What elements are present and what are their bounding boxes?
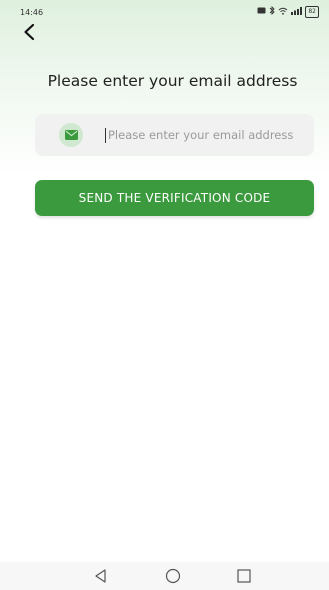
mail-icon bbox=[59, 123, 83, 147]
page-title: Please enter your email address bbox=[47, 72, 298, 90]
signal-icon bbox=[291, 6, 303, 18]
text-cursor bbox=[105, 127, 106, 143]
status-bar: 14:46 82 bbox=[0, 0, 329, 22]
screen: 14:46 82 Please enter your email address bbox=[0, 0, 329, 590]
notification-icon bbox=[257, 7, 266, 17]
nav-home-button[interactable] bbox=[164, 567, 182, 585]
status-time: 14:46 bbox=[20, 8, 44, 17]
chevron-left-icon bbox=[24, 23, 35, 41]
email-input[interactable] bbox=[108, 128, 314, 142]
battery-indicator: 82 bbox=[305, 6, 319, 18]
email-field[interactable] bbox=[35, 114, 314, 156]
status-icons: 82 bbox=[257, 5, 319, 18]
nav-recents-button[interactable] bbox=[235, 567, 253, 585]
send-verification-code-button[interactable]: SEND THE VERIFICATION CODE bbox=[35, 180, 314, 216]
square-recents-icon bbox=[237, 569, 251, 583]
bluetooth-icon bbox=[269, 5, 275, 18]
navigation-bar bbox=[0, 562, 329, 590]
circle-home-icon bbox=[165, 568, 181, 584]
back-button[interactable] bbox=[20, 22, 40, 42]
wifi-icon bbox=[278, 7, 288, 18]
triangle-back-icon bbox=[95, 569, 106, 583]
nav-back-button[interactable] bbox=[92, 567, 110, 585]
